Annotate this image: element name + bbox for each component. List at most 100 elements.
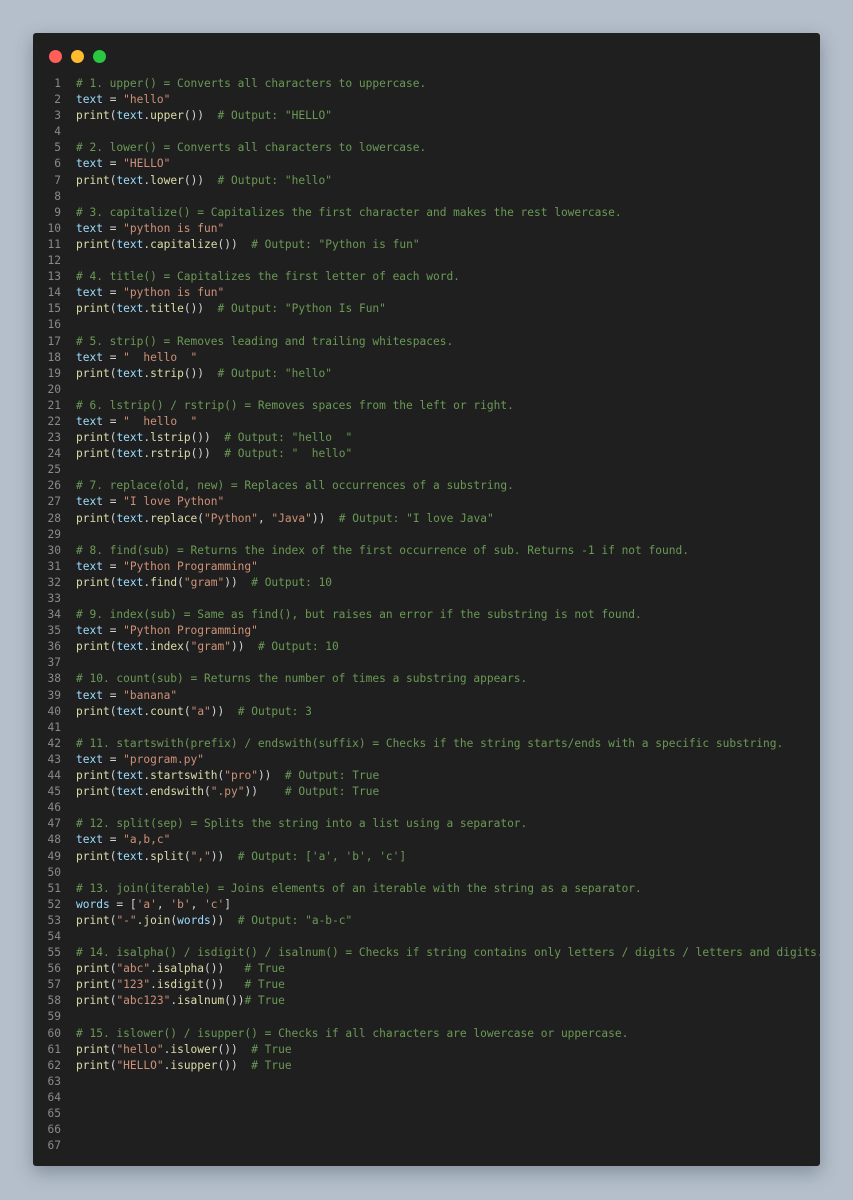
code-token: )) bbox=[311, 511, 339, 525]
line-source: print(text.startswith("pro")) # Output: … bbox=[61, 768, 379, 784]
code-token: = bbox=[102, 157, 124, 171]
code-line: 58 print("abc123".isalnum())# True bbox=[33, 993, 820, 1009]
line-source: print(text.capitalize()) # Output: "Pyth… bbox=[61, 237, 420, 253]
code-token: # 8. find(sub) = Returns the index of th… bbox=[76, 543, 689, 557]
line-number: 21 bbox=[47, 398, 61, 412]
line-number: 56 bbox=[47, 962, 61, 976]
maximize-window-icon[interactable] bbox=[93, 50, 106, 63]
code-token: 'a' bbox=[136, 897, 157, 911]
code-token: count bbox=[150, 704, 184, 718]
code-token: ( bbox=[204, 785, 211, 799]
line-number: 43 bbox=[47, 752, 61, 766]
code-token: ".py" bbox=[210, 785, 245, 799]
line-source: text = "Python Programming" bbox=[61, 623, 258, 639]
code-token: print bbox=[76, 1058, 110, 1072]
line-number: 9 bbox=[54, 205, 61, 219]
line-source: # 4. title() = Capitalizes the first let… bbox=[61, 269, 460, 285]
code-token: title bbox=[150, 302, 184, 316]
code-line: 53 print("-".join(words)) # Output: "a-b-… bbox=[33, 913, 820, 929]
line-number: 63 bbox=[47, 1074, 61, 1088]
code-line: 56 print("abc".isalpha()) # True bbox=[33, 961, 820, 977]
code-token: print bbox=[76, 785, 110, 799]
code-token: text bbox=[76, 624, 103, 638]
line-source: text = "HELLO" bbox=[61, 156, 170, 172]
code-token: . bbox=[150, 962, 157, 976]
line-number: 59 bbox=[47, 1010, 61, 1024]
code-token: "Python Programming" bbox=[123, 559, 258, 573]
code-area[interactable]: 1 # 1. upper() = Converts all characters … bbox=[33, 76, 820, 1154]
code-token: print bbox=[76, 962, 110, 976]
line-source: print(text.count("a")) # Output: 3 bbox=[61, 704, 312, 720]
line-number: 5 bbox=[54, 141, 61, 155]
code-token: print bbox=[76, 978, 110, 992]
line-source bbox=[61, 124, 76, 140]
code-token: text bbox=[116, 237, 144, 251]
line-number: 46 bbox=[47, 801, 61, 815]
line-number: 45 bbox=[47, 785, 61, 799]
code-line: 13 # 4. title() = Capitalizes the first l… bbox=[33, 269, 820, 285]
code-line: 48 text = "a,b,c" bbox=[33, 832, 820, 848]
window-controls bbox=[49, 50, 106, 63]
line-number: 10 bbox=[47, 221, 61, 235]
line-source: text = "python is fun" bbox=[61, 221, 224, 237]
code-token: "banana" bbox=[123, 688, 178, 702]
code-token: = bbox=[102, 350, 124, 364]
code-line: 22 text = " hello " bbox=[33, 414, 820, 430]
line-number: 50 bbox=[47, 865, 61, 879]
code-line: 38 # 10. count(sub) = Returns the number … bbox=[33, 671, 820, 687]
line-number: 32 bbox=[47, 575, 61, 589]
code-token: "hello" bbox=[116, 1042, 164, 1056]
code-token: ()) bbox=[183, 302, 218, 316]
line-source: text = " hello " bbox=[61, 414, 197, 430]
line-source: print(text.find("gram")) # Output: 10 bbox=[61, 575, 332, 591]
line-source: text = "python is fun" bbox=[61, 285, 224, 301]
code-token: text bbox=[76, 93, 103, 107]
code-token: lstrip bbox=[150, 431, 191, 445]
code-line: 2 text = "hello" bbox=[33, 92, 820, 108]
line-number: 20 bbox=[47, 382, 61, 396]
code-token: # 3. capitalize() = Capitalizes the firs… bbox=[76, 205, 622, 219]
code-line: 21 # 6. lstrip() / rstrip() = Removes spa… bbox=[33, 398, 820, 414]
code-line: 6 text = "HELLO" bbox=[33, 156, 820, 172]
code-token: text bbox=[76, 350, 103, 364]
line-number: 19 bbox=[47, 366, 61, 380]
code-token: print bbox=[76, 366, 110, 380]
line-source bbox=[61, 655, 76, 671]
code-token: # True bbox=[244, 978, 285, 992]
line-source bbox=[61, 317, 76, 333]
close-window-icon[interactable] bbox=[49, 50, 62, 63]
code-token: text bbox=[116, 704, 144, 718]
code-line: 28 print(text.replace("Python", "Java")) … bbox=[33, 511, 820, 527]
line-number: 16 bbox=[47, 318, 61, 332]
code-token: "123" bbox=[116, 978, 151, 992]
code-line: 67 bbox=[33, 1138, 820, 1154]
code-line: 15 print(text.title()) # Output: "Python … bbox=[33, 301, 820, 317]
line-number: 17 bbox=[47, 334, 61, 348]
code-token: isdigit bbox=[156, 978, 205, 992]
code-line: 3 print(text.upper()) # Output: "HELLO" bbox=[33, 108, 820, 124]
code-token: # 7. replace(old, new) = Replaces all oc… bbox=[76, 479, 514, 493]
code-line: 54 bbox=[33, 929, 820, 945]
code-token: "HELLO" bbox=[116, 1058, 164, 1072]
code-token: startswith bbox=[150, 769, 218, 783]
code-token: ()) bbox=[217, 1058, 252, 1072]
code-line: 37 bbox=[33, 655, 820, 671]
code-line: 55 # 14. isalpha() / isdigit() / isalnum(… bbox=[33, 945, 820, 961]
code-token: # Output: "a-b-c" bbox=[237, 913, 353, 927]
code-token: ( bbox=[183, 849, 191, 863]
line-number: 65 bbox=[47, 1107, 61, 1120]
code-token: text bbox=[116, 431, 144, 445]
code-token: print bbox=[76, 913, 110, 927]
code-token: "," bbox=[190, 849, 211, 863]
code-line: 16 bbox=[33, 317, 820, 333]
line-number: 30 bbox=[47, 543, 61, 557]
code-token: words bbox=[177, 913, 211, 927]
line-number: 37 bbox=[47, 656, 61, 670]
code-line: 61 print("hello".islower()) # True bbox=[33, 1042, 820, 1058]
line-number: 26 bbox=[47, 479, 61, 493]
minimize-window-icon[interactable] bbox=[71, 50, 84, 63]
code-token: = bbox=[102, 752, 124, 766]
line-source bbox=[61, 1009, 76, 1025]
code-token: ( bbox=[177, 575, 184, 589]
code-token: print bbox=[76, 511, 110, 525]
